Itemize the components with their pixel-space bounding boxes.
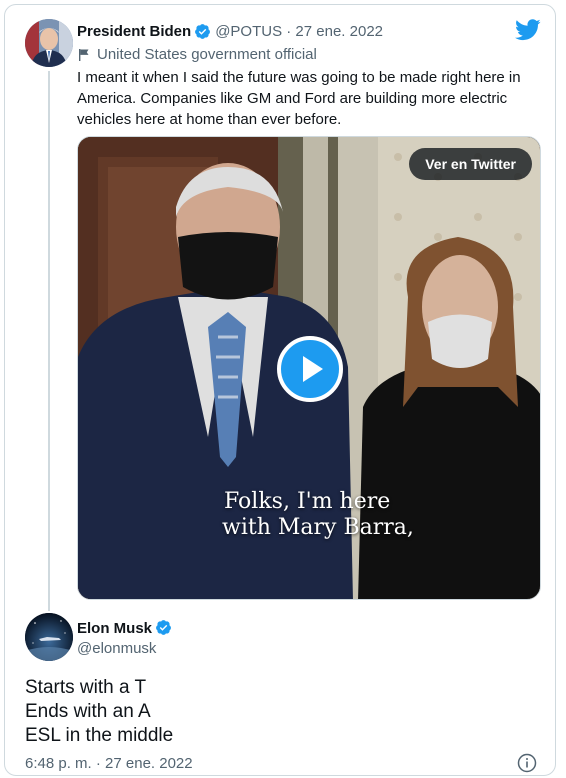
tweet-text: Starts with a T Ends with an A ESL in th…: [25, 676, 173, 748]
tweet-line-2: Ends with an A: [25, 701, 151, 722]
tweet-line-1: Starts with a T: [25, 677, 147, 698]
video-media[interactable]: Ver en Twitter Folks, I'm here with Mary…: [77, 136, 541, 600]
musk-avatar[interactable]: [25, 613, 73, 661]
view-on-twitter-button[interactable]: Ver en Twitter: [409, 148, 532, 180]
tweet-line-3: ESL in the middle: [25, 725, 174, 746]
verified-badge-icon: [156, 620, 171, 635]
tweet-timestamp[interactable]: 6:48 p. m. · 27 ene. 2022: [25, 755, 193, 772]
quoted-author-name[interactable]: President Biden: [77, 23, 191, 40]
government-label: United States government official: [77, 46, 317, 63]
thread-line: [48, 71, 50, 611]
twitter-bird-icon[interactable]: [515, 19, 541, 41]
tweet-embed-card: President Biden @POTUS · 27 ene. 2022 Un…: [4, 4, 556, 776]
quoted-handle-date[interactable]: @POTUS · 27 ene. 2022: [215, 23, 383, 40]
quoted-tweet-text: I meant it when I said the future was go…: [77, 69, 521, 128]
info-icon[interactable]: [517, 753, 537, 773]
verified-badge-icon: [195, 24, 211, 39]
play-icon: [303, 356, 323, 382]
author-name-text[interactable]: Elon Musk: [77, 620, 152, 637]
play-button[interactable]: [277, 336, 343, 402]
author-name[interactable]: Elon Musk: [77, 619, 176, 637]
video-caption-line-1: Folks, I'm here: [224, 489, 391, 514]
video-caption-line-2: with Mary Barra,: [222, 515, 414, 540]
biden-avatar[interactable]: [25, 19, 73, 67]
government-flag-icon: [79, 48, 89, 61]
government-label-text: United States government official: [97, 46, 317, 63]
author-handle[interactable]: @elonmusk: [77, 640, 156, 657]
quoted-header: President Biden @POTUS · 27 ene. 2022: [77, 23, 383, 40]
